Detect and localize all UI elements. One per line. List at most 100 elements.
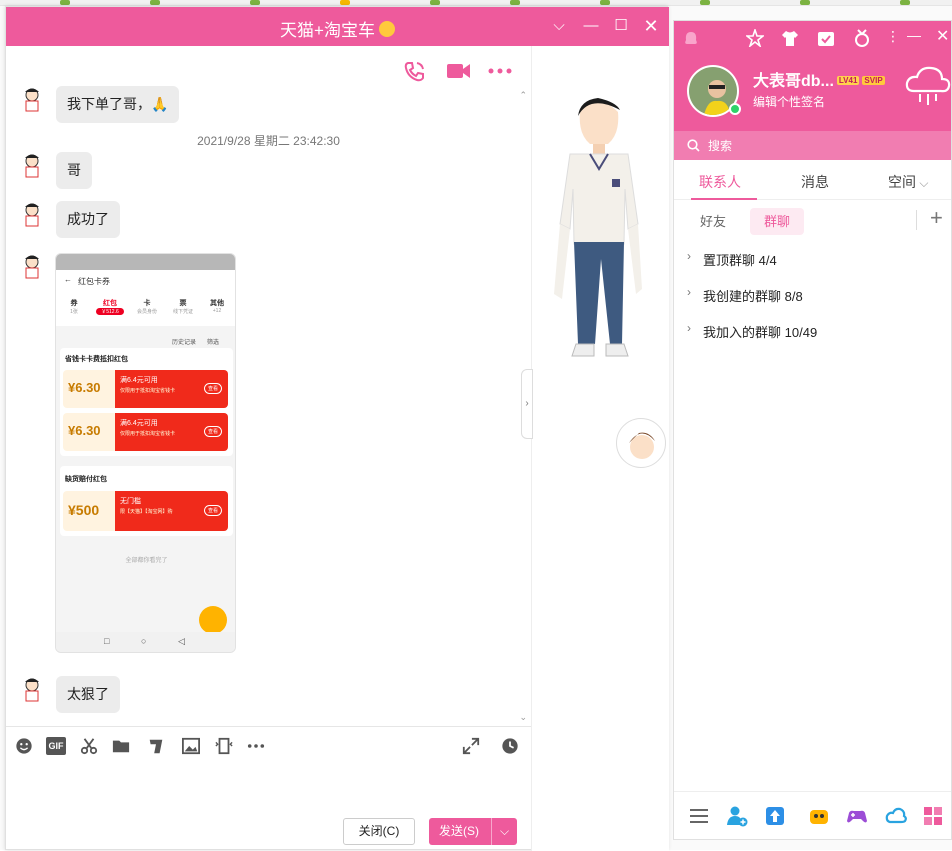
subtab-friends[interactable]: 好友 <box>686 208 740 235</box>
game-controller-icon[interactable] <box>846 805 868 827</box>
close-window-button[interactable]: ✕ <box>642 17 660 35</box>
signature-edit[interactable]: 编辑个性签名 <box>753 93 825 110</box>
coupon-amount: ¥6.30 <box>68 423 101 438</box>
bookmark-icon[interactable] <box>430 0 440 5</box>
image-message[interactable]: ← 红包卡券 券 1张 红包 ￥512.6 卡会员身份 票线下凭证 其他 +12 历史… <box>55 253 236 653</box>
bookmark-icon[interactable] <box>800 0 810 5</box>
close-window-button[interactable]: ✕ <box>936 26 949 46</box>
coupon-card: ¥6.30 满6.4元可用 仅限用于抵扣淘宝省钱卡 查看 <box>63 370 228 408</box>
expand-icon[interactable] <box>461 737 481 755</box>
voice-call-icon[interactable] <box>403 60 425 82</box>
tab-contacts[interactable]: 联系人 <box>699 172 741 192</box>
phone-page-title: 红包卡券 <box>78 277 110 286</box>
video-call-icon[interactable] <box>446 61 471 81</box>
message-bubble[interactable]: 成功了 <box>56 201 120 238</box>
bookmark-icon[interactable] <box>510 0 520 5</box>
more-options-icon[interactable] <box>246 737 266 755</box>
chevron-down-icon[interactable]: ⌵ <box>491 818 517 845</box>
chevron-down-icon: ⌵ <box>916 176 929 190</box>
send-label: 发送(S) <box>439 824 479 838</box>
bookmark-icon[interactable] <box>60 0 70 5</box>
calendar-icon[interactable] <box>817 29 835 47</box>
phone-nav-bar: ← 红包卡券 <box>56 270 235 292</box>
message-list[interactable]: 我下单了哥，🙏 2021/9/28 星期二 23:42:30 哥 成功了 ← 红… <box>6 86 531 726</box>
bookmark-icon[interactable] <box>150 0 160 5</box>
bookmark-icon[interactable] <box>250 0 260 5</box>
folder-icon[interactable] <box>111 737 131 755</box>
section-title: 省钱卡卡费抵扣红包 <box>65 356 128 363</box>
bookmark-icon[interactable] <box>900 0 910 5</box>
image-icon[interactable] <box>181 737 201 755</box>
back-icon: ← <box>64 275 72 284</box>
search-bar[interactable]: 搜索 <box>674 131 951 160</box>
avatar[interactable] <box>20 152 44 178</box>
shirt-icon[interactable] <box>781 29 799 47</box>
bookmark-icon[interactable] <box>340 0 350 5</box>
group-category[interactable]: › 我加入的群聊 10/49 <box>687 321 817 341</box>
svip-badge[interactable]: SVIP <box>862 76 885 85</box>
level-badge[interactable]: LV41 <box>836 76 860 85</box>
contact-avatar[interactable] <box>616 418 666 468</box>
weiyun-cloud-icon[interactable] <box>885 805 907 827</box>
menu-icon[interactable] <box>688 805 710 827</box>
tab-messages[interactable]: 消息 <box>801 172 829 192</box>
coupon-amount: ¥6.30 <box>68 380 101 395</box>
add-icon[interactable]: + <box>930 205 943 231</box>
more-menu-icon[interactable]: ⋮ <box>886 28 900 45</box>
bookmark-icon[interactable] <box>600 0 610 5</box>
bookmark-icon[interactable] <box>700 0 710 5</box>
file-transfer-icon[interactable] <box>764 805 786 827</box>
shake-icon[interactable] <box>214 737 234 755</box>
message-bubble[interactable]: 太狠了 <box>56 676 120 713</box>
history-clock-icon[interactable] <box>500 737 520 755</box>
avatar[interactable] <box>20 676 44 702</box>
group-category[interactable]: › 我创建的群聊 8/8 <box>687 285 803 305</box>
coupon-tab: 票线下凭证 <box>172 300 193 315</box>
active-tab-indicator <box>691 198 757 200</box>
scroll-down-icon[interactable]: ⌄ <box>519 712 527 723</box>
chat-window: 天猫+淘宝车 ⌵ — ☐ ✕ 我下单了哥，🙏 2021/9/28 星期二 23:… <box>5 6 669 851</box>
minimize-button[interactable]: — <box>582 17 600 35</box>
username[interactable]: 大表哥db... LV41 SVIP <box>753 67 885 91</box>
app-grid-icon[interactable] <box>922 805 944 827</box>
send-button[interactable]: 发送(S) ⌵ <box>429 818 517 845</box>
scissors-icon[interactable] <box>79 737 99 755</box>
avatar[interactable] <box>20 201 44 227</box>
coupon-card: ¥6.30 满6.4元可用 仅限用于抵扣淘宝省钱卡 查看 <box>63 413 228 451</box>
emoji-icon[interactable] <box>14 737 34 755</box>
more-options-icon[interactable] <box>488 68 512 74</box>
close-button[interactable]: 关闭(C) <box>343 818 415 845</box>
screen-share-icon[interactable] <box>146 737 166 755</box>
message-bubble[interactable]: 我下单了哥，🙏 <box>56 86 180 123</box>
message-bubble[interactable]: 哥 <box>56 152 92 189</box>
toggle-panel-button[interactable]: › <box>521 369 533 439</box>
chevron-down-icon[interactable]: ⌵ <box>550 17 568 35</box>
online-status-icon[interactable] <box>729 103 741 115</box>
medal-icon[interactable] <box>854 29 870 47</box>
phone-nav-buttons: □ ○ ◁ <box>56 632 235 652</box>
subtab-groups[interactable]: 群聊 <box>750 208 805 235</box>
main-tabs: 联系人 消息 空间 ⌵ <box>674 160 951 200</box>
contact-show-panel <box>531 46 669 851</box>
star-icon[interactable] <box>746 29 764 47</box>
phone-status-bar <box>56 254 235 270</box>
message-timestamp: 2021/9/28 星期二 23:42:30 <box>197 134 340 148</box>
gif-icon[interactable]: GIF <box>46 737 66 755</box>
coupon-body: 满6.4元可用 仅限用于抵扣淘宝省钱卡 查看 <box>115 370 228 408</box>
group-category[interactable]: › 置顶群聊 4/4 <box>687 249 777 269</box>
minimize-button[interactable]: — <box>907 27 921 43</box>
maximize-button[interactable]: ☐ <box>612 17 630 35</box>
tab-qzone[interactable]: 空间 ⌵ <box>888 172 928 192</box>
scroll-up-icon[interactable]: ⌃ <box>519 90 527 101</box>
back-icon: ◁ <box>178 636 185 646</box>
avatar[interactable] <box>20 253 44 279</box>
avatar[interactable] <box>20 86 44 112</box>
qq-logo-icon[interactable] <box>683 31 699 47</box>
weather-cloud-icon[interactable] <box>904 65 952 107</box>
group-level-icon <box>378 21 395 37</box>
add-friend-icon[interactable] <box>726 805 748 827</box>
chat-toolbar <box>6 46 531 86</box>
chevron-right-icon: › <box>687 285 691 299</box>
chat-title-bar[interactable]: 天猫+淘宝车 ⌵ — ☐ ✕ <box>6 7 669 46</box>
tencent-app-icon[interactable] <box>808 805 830 827</box>
